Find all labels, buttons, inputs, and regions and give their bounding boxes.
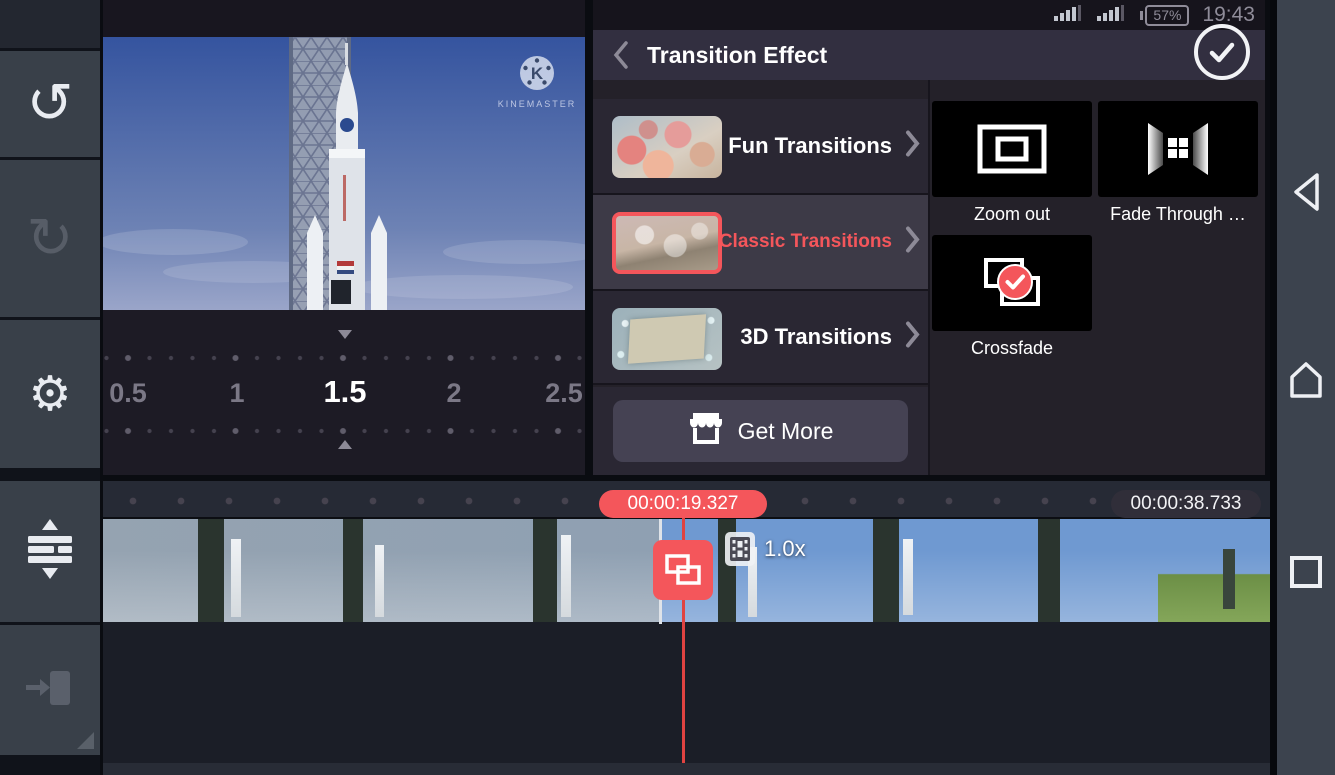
status-bar: 57% 19:43	[593, 0, 1265, 30]
expand-timeline-button[interactable]	[0, 481, 100, 622]
transition-option-fade-through[interactable]	[1098, 101, 1258, 197]
ruler-marker-top-icon	[338, 330, 352, 339]
android-home-button[interactable]	[1286, 360, 1326, 405]
speed-label: 1.0x	[764, 536, 806, 562]
clock-text: 19:43	[1202, 3, 1255, 27]
jump-to-end-icon	[24, 669, 76, 712]
gear-icon: ⚙	[28, 370, 71, 418]
current-time-badge: 00:00:19.327	[599, 490, 767, 518]
watermark-text: KINEMASTER	[497, 99, 577, 109]
back-chevron-icon	[613, 41, 629, 69]
category-3d-transitions[interactable]: 3D Transitions	[593, 291, 928, 385]
transition-option-zoom-out[interactable]	[932, 101, 1092, 197]
category-label-selected: Classic Transitions	[719, 231, 892, 253]
signal-icon	[1054, 3, 1084, 28]
ruler-tick-selected: 1.5	[305, 374, 385, 410]
project-settings-button[interactable]: ⚙	[0, 320, 100, 468]
android-back-button[interactable]	[1291, 172, 1321, 217]
toolbar-top-spacer	[0, 0, 100, 48]
redo-button[interactable]: ↻	[0, 160, 100, 317]
option-label-zoom-out: Zoom out	[932, 204, 1092, 225]
battery-icon: 57%	[1140, 5, 1189, 26]
android-home-icon	[1286, 360, 1326, 400]
ruler-marker-bottom-icon	[338, 440, 352, 449]
film-icon	[725, 532, 755, 566]
signal-icon-2	[1097, 3, 1127, 28]
panel-column-divider	[928, 80, 930, 475]
zoom-out-transition-icon	[977, 124, 1047, 174]
category-fun-transitions[interactable]: Fun Transitions	[593, 99, 928, 195]
crossfade-transition-icon	[976, 252, 1048, 314]
get-more-label: Get More	[738, 418, 834, 445]
transition-option-crossfade-selected[interactable]	[932, 235, 1092, 331]
expand-timeline-icon	[23, 519, 77, 584]
ruler-tick: 1	[197, 378, 277, 409]
option-label-crossfade: Crossfade	[932, 338, 1092, 359]
clip-speed-badge: 1.0x	[725, 532, 806, 566]
store-icon	[688, 412, 724, 450]
video-preview[interactable]: K KINEMASTER	[103, 37, 585, 310]
jump-to-end-button[interactable]	[0, 625, 100, 755]
category-label: Fun Transitions	[728, 133, 892, 159]
transition-marker-button[interactable]	[653, 540, 713, 600]
ruler-dots-bottom	[103, 426, 585, 436]
kinemaster-watermark: K KINEMASTER	[497, 53, 577, 109]
get-more-row: Get More	[593, 387, 928, 475]
chevron-right-icon	[905, 226, 920, 259]
android-back-icon	[1291, 172, 1321, 212]
category-label: 3D Transitions	[740, 324, 892, 350]
ruler-tick: 0.5	[88, 378, 168, 409]
option-label-fade-through: Fade Through …	[1098, 204, 1258, 225]
ruler-tick: 2	[414, 378, 494, 409]
classic-transitions-thumbnail	[612, 212, 722, 274]
timeline-bottom-strip	[103, 763, 1270, 775]
svg-text:K: K	[531, 64, 544, 83]
panel-header: Transition Effect	[593, 30, 1265, 80]
shattered-glass-graphic	[628, 314, 706, 364]
kinemaster-logo-icon: K	[517, 53, 557, 93]
chevron-right-icon	[905, 321, 920, 354]
timeline-area: 00:00:19.327 00:00:38.733 1.0x	[103, 481, 1270, 775]
transition-effect-panel: 57% 19:43 Transition Effect Fun Transiti…	[593, 0, 1265, 475]
resize-handle-icon[interactable]	[77, 732, 94, 749]
redo-icon: ↻	[27, 211, 74, 267]
total-duration-badge: 00:00:38.733	[1111, 490, 1261, 518]
preview-panel: K KINEMASTER 0.5 1 1.5 2 2.5	[103, 0, 585, 475]
confirm-button[interactable]	[1194, 24, 1250, 80]
left-toolbar: ↺ ↻ ⚙	[0, 0, 100, 775]
android-recents-button[interactable]	[1288, 554, 1324, 595]
get-more-button[interactable]: Get More	[613, 400, 908, 462]
chevron-right-icon	[905, 130, 920, 163]
android-nav-bar	[1277, 0, 1335, 775]
undo-icon: ↺	[27, 76, 74, 132]
panel-title: Transition Effect	[647, 42, 827, 69]
ruler-dots-top	[103, 353, 585, 363]
kinemaster-editor-screen: ↺ ↻ ⚙	[0, 0, 1335, 775]
category-classic-transitions-selected[interactable]: Classic Transitions	[593, 195, 928, 291]
battery-percent: 57%	[1145, 5, 1189, 26]
back-button[interactable]	[613, 41, 629, 69]
transition-duration-ruler[interactable]: 0.5 1 1.5 2 2.5	[103, 310, 585, 475]
ruler-tick: 2.5	[524, 378, 604, 409]
battery-nub	[1140, 11, 1143, 20]
android-recents-icon	[1288, 554, 1324, 590]
undo-button[interactable]: ↺	[0, 51, 100, 157]
fun-transitions-thumbnail	[612, 116, 722, 178]
transition-marker-icon	[664, 553, 702, 587]
check-icon	[1198, 28, 1246, 76]
fade-through-transition-icon	[1146, 123, 1210, 175]
3d-transitions-thumbnail	[612, 308, 722, 370]
nav-bar-edge	[1270, 0, 1277, 775]
